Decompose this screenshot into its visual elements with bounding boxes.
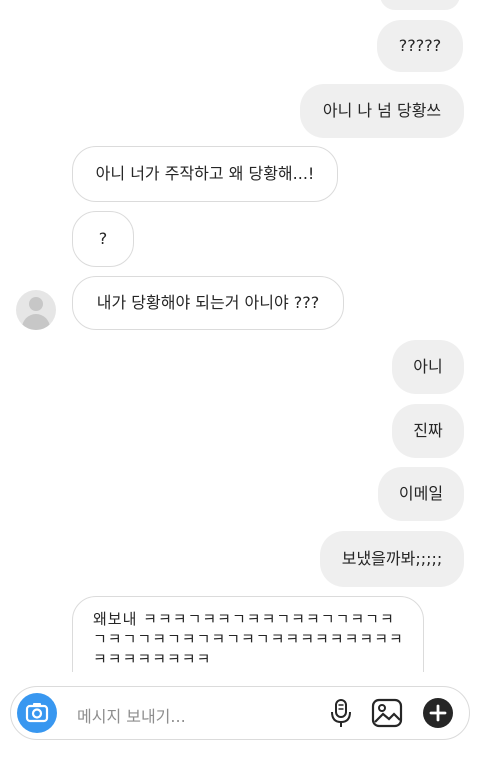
- message-line: ㅋㅋㅋㅋㅋㅋㅋㅋ: [93, 650, 212, 668]
- message-input[interactable]: 메시지 보내기...: [77, 703, 186, 727]
- outgoing-message[interactable]: ?????: [377, 20, 463, 72]
- partial-message-bubble: [380, 0, 460, 10]
- message-text: ?: [98, 229, 108, 248]
- incoming-message[interactable]: ?: [72, 211, 134, 267]
- add-button[interactable]: [423, 698, 453, 728]
- message-text: 보냈을까봐;;;;;: [341, 549, 443, 568]
- microphone-button[interactable]: [327, 698, 355, 728]
- message-text: 내가 당황해야 되는거 아니야 ???: [96, 293, 320, 312]
- outgoing-message[interactable]: 보냈을까봐;;;;;: [320, 531, 464, 587]
- message-text: 아니 너가 주작하고 왜 당황해...!: [95, 164, 315, 183]
- avatar-icon[interactable]: [16, 290, 56, 330]
- message-composer: 메시지 보내기...: [10, 686, 470, 740]
- message-text: 진짜: [413, 421, 443, 440]
- camera-button[interactable]: [17, 693, 57, 733]
- message-thread: ????? 아니 나 넘 당황쓰 아니 너가 주작하고 왜 당황해...! ? …: [0, 0, 480, 672]
- message-text: 아니: [413, 357, 443, 376]
- gallery-icon: [371, 698, 403, 728]
- outgoing-message[interactable]: 아니: [392, 340, 464, 394]
- outgoing-message[interactable]: 아니 나 넘 당황쓰: [300, 84, 464, 138]
- message-line: 왜보내 ㅋㅋㅋㄱㅋㅋㄱㅋㅋㄱㅋㅋㄱㄱㅋㄱㅋ: [93, 610, 395, 628]
- message-text: 아니 나 넘 당황쓰: [322, 101, 442, 120]
- message-text: 이메일: [398, 484, 444, 503]
- incoming-message[interactable]: 내가 당황해야 되는거 아니야 ???: [72, 276, 344, 330]
- microphone-icon: [331, 699, 351, 727]
- gallery-button[interactable]: [371, 698, 403, 728]
- message-text: ?????: [398, 36, 442, 55]
- outgoing-message[interactable]: 진짜: [392, 404, 464, 458]
- plus-icon: [429, 704, 447, 722]
- incoming-message-long[interactable]: 왜보내 ㅋㅋㅋㄱㅋㅋㄱㅋㅋㄱㅋㅋㄱㄱㅋㄱㅋ ㄱㅋㄱㄱㅋㄱㅋㄱㅋㄱㅋㄱㅋㅋㅋㅋㅋㅋ…: [72, 596, 424, 672]
- message-line: ㄱㅋㄱㄱㅋㄱㅋㄱㅋㄱㅋㄱㅋㅋㅋㅋㅋㅋㅋㅋㅋ: [93, 630, 403, 648]
- camera-icon: [25, 703, 49, 723]
- incoming-message[interactable]: 아니 너가 주작하고 왜 당황해...!: [72, 146, 338, 202]
- outgoing-message[interactable]: 이메일: [378, 467, 464, 521]
